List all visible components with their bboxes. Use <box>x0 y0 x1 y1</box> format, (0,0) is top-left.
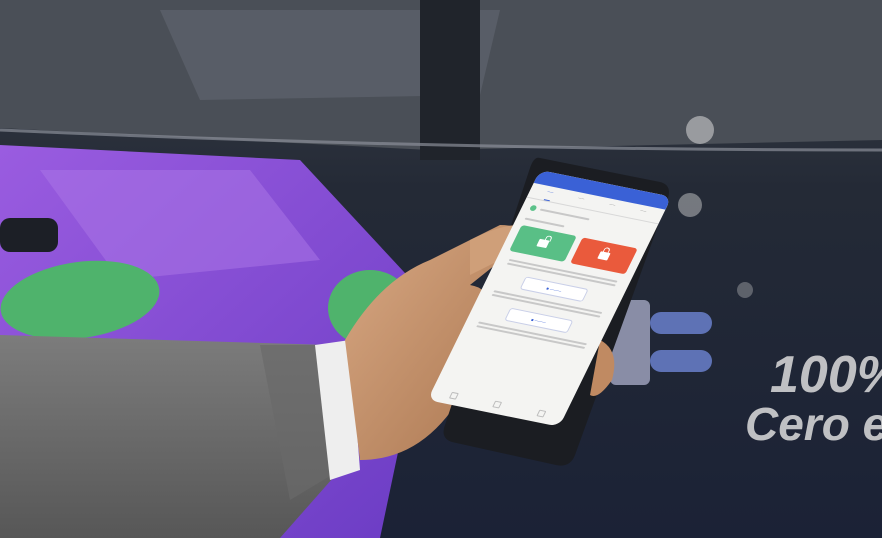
lock-button[interactable] <box>570 237 638 275</box>
bokeh-light <box>686 116 714 144</box>
nav-icon[interactable] <box>448 391 459 400</box>
car-text-line2: Cero e <box>745 398 882 450</box>
door-handle <box>0 218 58 252</box>
logo-bar-bottom <box>650 350 712 372</box>
bokeh-light <box>737 282 753 298</box>
logo-bar-top <box>650 312 712 334</box>
app-tab[interactable]: ── <box>605 202 616 214</box>
bokeh-light <box>678 193 702 217</box>
photo-scene: 100% Cero e ── ── ── ── <box>0 0 882 538</box>
car-text-line1: 100% <box>770 346 882 404</box>
unlock-button[interactable] <box>509 224 577 262</box>
blurred-text <box>539 208 590 221</box>
unlock-icon <box>536 238 550 249</box>
app-tab[interactable]: ── <box>636 208 647 220</box>
status-dot-icon <box>528 204 538 212</box>
scene-drawing: 100% Cero e <box>0 0 882 538</box>
app-tab[interactable]: ── <box>574 195 585 207</box>
lock-icon <box>597 251 611 261</box>
door-pillar <box>420 0 480 160</box>
nav-icon[interactable] <box>536 409 547 418</box>
nav-icon[interactable] <box>492 400 503 409</box>
app-tab[interactable]: ── <box>543 188 555 202</box>
